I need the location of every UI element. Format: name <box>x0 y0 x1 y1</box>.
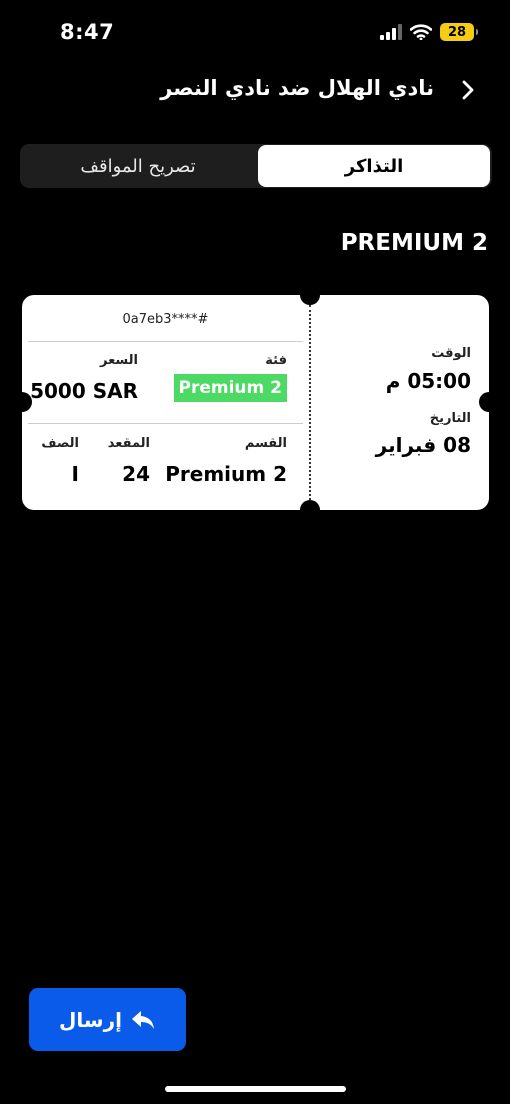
category-label: فئة <box>265 353 287 368</box>
ticket-notch-bottom <box>300 500 320 510</box>
ticket-card[interactable]: 0a7eb3****# فئة Premium 2 السعر 5000 SAR… <box>22 295 489 510</box>
segmented-control: تصريح المواقف التذاكر <box>20 144 492 188</box>
ticket-divider <box>28 423 303 424</box>
ticket-divider <box>28 341 303 342</box>
send-button-label: إرسال <box>59 1007 122 1032</box>
ticket-perforation <box>309 305 311 500</box>
page-title: نادي الهلال ضد نادي النصر <box>160 76 434 100</box>
time-label: الوقت <box>431 346 471 361</box>
price-value: 5000 SAR <box>30 379 138 403</box>
date-value: 08 فبراير <box>375 433 471 457</box>
cellular-signal-icon <box>380 24 402 40</box>
battery-icon: 28 <box>440 23 478 41</box>
section-label: القسم <box>244 436 287 451</box>
seat-label: المقعد <box>107 436 150 451</box>
category-badge: Premium 2 <box>173 374 287 402</box>
date-label: التاريخ <box>429 411 471 426</box>
tab-tickets[interactable]: التذاكر <box>258 145 490 187</box>
ticket-id: 0a7eb3****# <box>122 312 209 327</box>
tab-parking-permit[interactable]: تصريح المواقف <box>20 144 256 188</box>
status-time: 8:47 <box>60 20 115 44</box>
home-indicator <box>165 1086 346 1092</box>
row-label: الصف <box>41 436 79 451</box>
chevron-right-icon[interactable] <box>456 78 480 102</box>
seat-value: 24 <box>122 462 150 486</box>
status-icons: 28 <box>380 23 478 41</box>
reply-arrow-icon <box>131 1010 154 1029</box>
ticket-notch-right <box>479 392 489 412</box>
send-button[interactable]: إرسال <box>29 988 186 1051</box>
row-value: I <box>71 462 79 486</box>
section-value: Premium 2 <box>165 462 287 486</box>
time-value: 05:00 م <box>385 369 471 393</box>
price-label: السعر <box>100 353 138 368</box>
ticket-notch-top <box>300 295 320 305</box>
wifi-icon <box>410 24 432 40</box>
ticket-category-heading: PREMIUM 2 <box>340 230 488 256</box>
